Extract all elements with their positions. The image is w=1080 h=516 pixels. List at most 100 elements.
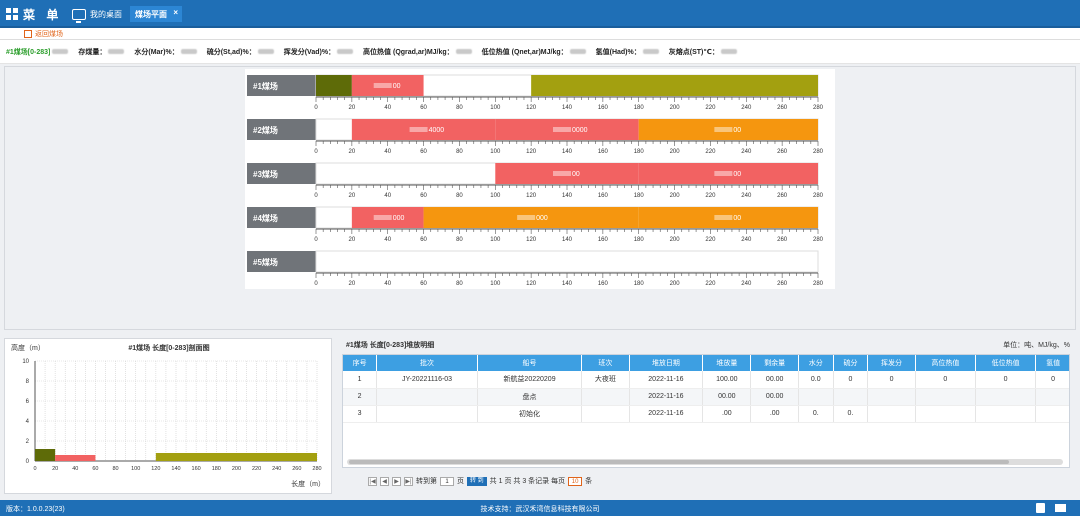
column-header[interactable]: 船号 bbox=[477, 355, 583, 371]
table-row[interactable]: 3 初始化 2022-11-16.00.00 0. 0. bbox=[343, 405, 1069, 423]
next-page-icon[interactable]: ▶ bbox=[392, 476, 401, 486]
ruler-tick-label: 120 bbox=[526, 281, 537, 287]
profile-xtick-label: 40 bbox=[72, 466, 78, 472]
table-cell: 00.00 bbox=[702, 388, 752, 406]
detail-table: 序号 批次 船号 班次 堆放日期 堆放量 剩余量 水分 硫分 挥发分 高位热值 低位热值 氢值 1 JY-… bbox=[343, 355, 1069, 423]
ruler-tick-label: 200 bbox=[670, 193, 681, 199]
yard-label: #4煤场 bbox=[253, 213, 278, 223]
ruler-tick-label: 160 bbox=[598, 105, 609, 111]
first-page-icon[interactable]: |◀ bbox=[368, 476, 377, 486]
ruler-tick-label: 60 bbox=[420, 237, 427, 243]
profile-xtick-label: 260 bbox=[292, 466, 301, 472]
ruler-tick-label: 60 bbox=[420, 105, 427, 111]
column-header[interactable]: 班次 bbox=[581, 355, 630, 371]
column-header[interactable]: 氢值 bbox=[1035, 355, 1069, 371]
tab-yard-plan[interactable]: 煤场平面 × bbox=[130, 6, 182, 22]
column-header[interactable]: 高位热值 bbox=[915, 355, 977, 371]
ruler-tick-label: 120 bbox=[526, 237, 537, 243]
segment-label-mask bbox=[409, 127, 428, 132]
ruler-tick-label: 120 bbox=[526, 149, 537, 155]
table-cell: 0 bbox=[975, 371, 1037, 389]
column-header[interactable]: 堆放日期 bbox=[629, 355, 704, 371]
column-header[interactable]: 挥发分 bbox=[867, 355, 916, 371]
ruler-tick-label: 240 bbox=[741, 149, 752, 155]
info-sulfur: 硫分(St,ad)%： bbox=[207, 47, 274, 57]
ruler-tick-label: 240 bbox=[741, 105, 752, 111]
profile-bar[interactable] bbox=[35, 449, 56, 461]
profile-bar[interactable] bbox=[155, 453, 317, 461]
ruler-tick-label: 260 bbox=[777, 105, 788, 111]
column-header[interactable]: 低位热值 bbox=[975, 355, 1037, 371]
ruler-tick-label: 40 bbox=[384, 193, 391, 199]
ruler-tick-label: 220 bbox=[705, 105, 716, 111]
ruler-tick-label: 160 bbox=[598, 237, 609, 243]
page-number-input[interactable]: 1 bbox=[440, 476, 454, 486]
ruler-tick-label: 20 bbox=[349, 281, 356, 287]
yard-track bbox=[315, 250, 819, 273]
segment-label: 00 bbox=[733, 127, 741, 134]
coal-pile-segment[interactable] bbox=[316, 75, 352, 96]
page-size-input[interactable]: 10 bbox=[568, 476, 583, 486]
ruler-tick-label: 180 bbox=[634, 105, 645, 111]
info-yard-name: #1煤场[0-283] bbox=[6, 47, 69, 57]
table-cell: 新航益20220209 bbox=[477, 371, 583, 389]
ruler-tick-label: 160 bbox=[598, 281, 609, 287]
ruler-tick-label: 80 bbox=[456, 193, 463, 199]
profile-bar[interactable] bbox=[55, 455, 96, 461]
column-header[interactable]: 硫分 bbox=[833, 355, 869, 371]
ruler-tick-label: 160 bbox=[598, 149, 609, 155]
ruler-tick-label: 120 bbox=[526, 105, 537, 111]
segment-label: 0000 bbox=[572, 127, 588, 134]
ruler-tick-label: 280 bbox=[813, 193, 824, 199]
tab-desktop-label: 我的桌面 bbox=[90, 9, 122, 19]
column-header[interactable]: 水分 bbox=[798, 355, 834, 371]
column-header[interactable]: 堆放量 bbox=[702, 355, 752, 371]
tab-desktop[interactable]: 我的桌面 bbox=[72, 7, 122, 23]
profile-xtick-label: 100 bbox=[131, 466, 140, 472]
ruler-tick-label: 180 bbox=[634, 237, 645, 243]
profile-xtick-label: 220 bbox=[252, 466, 261, 472]
ruler-tick-label: 140 bbox=[562, 281, 573, 287]
table-cell: 初始化 bbox=[477, 405, 583, 423]
yard-label: #5煤场 bbox=[253, 257, 278, 267]
ruler-tick-label: 40 bbox=[384, 105, 391, 111]
ruler-tick-label: 60 bbox=[420, 149, 427, 155]
mail-icon[interactable] bbox=[1055, 504, 1066, 512]
segment-label-mask bbox=[553, 171, 571, 176]
close-icon[interactable]: × bbox=[173, 8, 178, 17]
menu-label: 菜 单 bbox=[23, 7, 63, 22]
menu-button[interactable]: 菜 单 bbox=[6, 6, 66, 22]
ruler-tick-label: 180 bbox=[634, 281, 645, 287]
scroll-thumb[interactable] bbox=[349, 460, 1009, 464]
table-cell bbox=[915, 405, 977, 423]
column-header[interactable]: 批次 bbox=[376, 355, 478, 371]
table-cell bbox=[798, 388, 834, 406]
back-to-yard-button[interactable]: 返回煤场 bbox=[24, 28, 63, 40]
table-row[interactable]: 2 盘点 2022-11-16 00.00 00.00 bbox=[343, 388, 1069, 406]
segment-label: 00 bbox=[733, 171, 741, 178]
horizontal-scrollbar[interactable] bbox=[347, 459, 1063, 465]
column-header[interactable]: 序号 bbox=[343, 355, 378, 371]
sub-toolbar: 返回煤场 bbox=[0, 28, 1080, 40]
table-row[interactable]: 1 JY-20221116-03 新航益20220209 大夜班 2022-11-16 1… bbox=[343, 371, 1069, 389]
detail-title: #1煤场 长度[0-283]堆放明细 bbox=[346, 342, 435, 349]
column-header[interactable]: 剩余量 bbox=[750, 355, 799, 371]
profile-xtick-label: 200 bbox=[232, 466, 241, 472]
profile-ytick-label: 4 bbox=[26, 419, 30, 425]
profile-ytick-label: 2 bbox=[26, 439, 30, 445]
top-bar: 菜 单 我的桌面 煤场平面 × bbox=[0, 0, 1080, 28]
ruler-tick-label: 120 bbox=[526, 193, 537, 199]
table-cell bbox=[376, 388, 478, 406]
document-icon[interactable] bbox=[1036, 503, 1045, 513]
pager-goto-label: 转到第 bbox=[416, 478, 437, 485]
table-cell: 00.00 bbox=[750, 371, 799, 389]
ruler-tick-label: 80 bbox=[456, 149, 463, 155]
info-volatile: 挥发分(Vad)%： bbox=[284, 47, 354, 57]
prev-page-icon[interactable]: ◀ bbox=[380, 476, 389, 486]
segment-label: 000 bbox=[536, 215, 548, 222]
goto-page-button[interactable]: 转 到 bbox=[467, 476, 487, 486]
coal-pile-segment[interactable] bbox=[531, 75, 818, 96]
table-cell bbox=[1035, 388, 1069, 406]
last-page-icon[interactable]: ▶| bbox=[404, 476, 413, 486]
profile-xtick-label: 240 bbox=[272, 466, 281, 472]
